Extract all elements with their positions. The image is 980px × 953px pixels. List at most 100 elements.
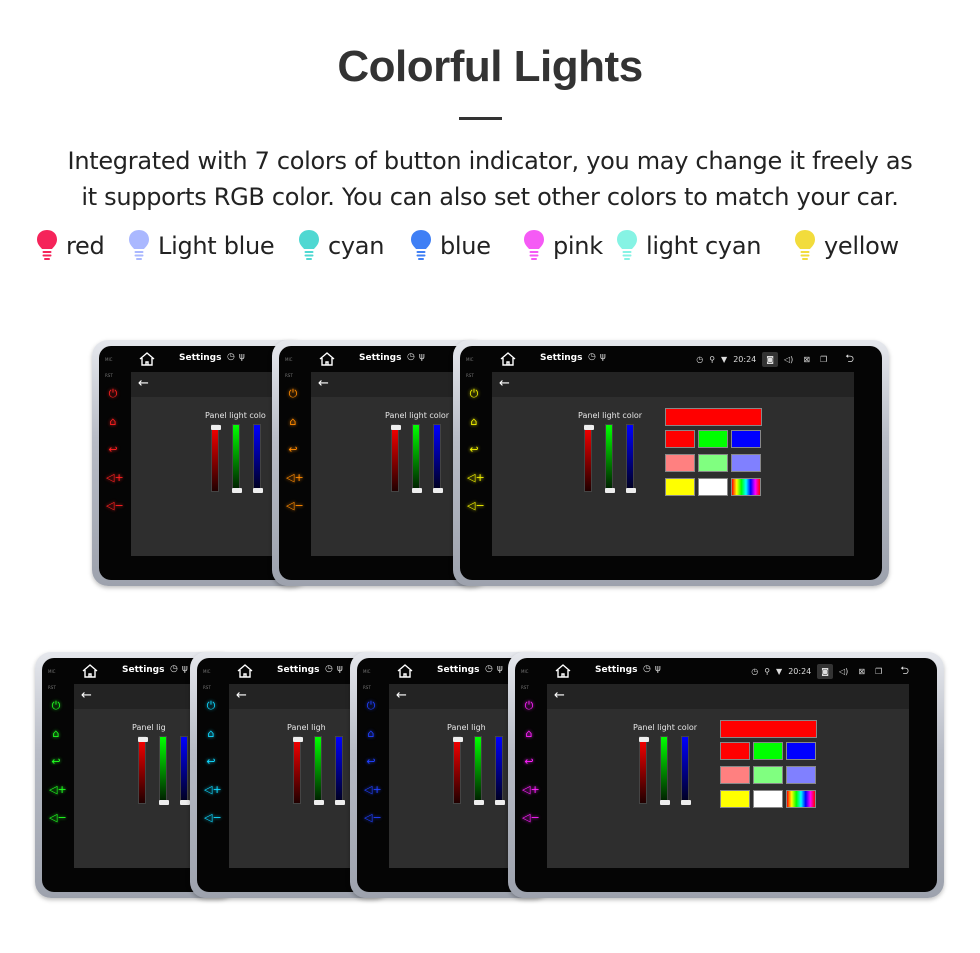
volume-icon[interactable]: ◁) [784, 355, 793, 364]
home-icon[interactable]: ⌂ [49, 727, 63, 741]
slider-thumb[interactable] [232, 488, 242, 493]
color-swatch[interactable] [731, 478, 761, 496]
volume-down-icon[interactable]: ◁− [49, 811, 67, 825]
slider-thumb[interactable] [605, 488, 615, 493]
back-icon[interactable]: ↩ [106, 443, 120, 457]
slider-green[interactable] [605, 424, 615, 493]
slider-thumb[interactable] [639, 737, 649, 742]
home-icon[interactable] [555, 664, 571, 678]
back-icon[interactable]: ↩ [49, 755, 63, 769]
color-swatch[interactable] [665, 478, 695, 496]
slider-thumb[interactable] [314, 800, 324, 805]
slider-green[interactable] [660, 736, 670, 805]
home-icon[interactable] [237, 664, 253, 678]
slider-red[interactable] [138, 736, 148, 804]
back-return-icon[interactable]: ⮌ [900, 662, 909, 681]
slider-thumb[interactable] [412, 488, 422, 493]
color-swatch[interactable] [698, 478, 728, 496]
home-icon[interactable]: ⌂ [467, 415, 481, 429]
color-swatch[interactable] [753, 742, 783, 760]
volume-down-icon[interactable]: ◁− [467, 499, 485, 513]
power-icon[interactable]: ⏻ [106, 387, 120, 401]
back-icon[interactable]: ↩ [204, 755, 218, 769]
color-swatch[interactable] [665, 454, 695, 472]
back-icon[interactable]: ↩ [286, 443, 300, 457]
slider-green[interactable] [412, 424, 422, 493]
volume-icon[interactable]: ◁) [839, 667, 848, 676]
power-icon[interactable]: ⏻ [522, 699, 536, 713]
color-swatch[interactable] [731, 430, 761, 448]
slider-thumb[interactable] [453, 737, 463, 742]
slider-thumb[interactable] [681, 800, 691, 805]
color-swatch[interactable] [720, 790, 750, 808]
back-return-icon[interactable]: ⮌ [845, 350, 854, 369]
slider-blue[interactable] [495, 736, 505, 805]
volume-up-icon[interactable]: ◁+ [286, 471, 304, 485]
color-swatch[interactable] [786, 790, 816, 808]
close-window-icon[interactable]: ⊠ [858, 667, 865, 676]
volume-down-icon[interactable]: ◁− [106, 499, 124, 513]
color-swatch[interactable] [731, 454, 761, 472]
volume-down-icon[interactable]: ◁− [364, 811, 382, 825]
power-icon[interactable]: ⏻ [286, 387, 300, 401]
home-icon[interactable] [500, 352, 516, 366]
color-swatch[interactable] [698, 454, 728, 472]
home-icon[interactable]: ⌂ [522, 727, 536, 741]
power-icon[interactable]: ⏻ [467, 387, 481, 401]
camera-icon[interactable]: ◙ [817, 663, 834, 679]
color-swatch[interactable] [720, 766, 750, 784]
slider-thumb[interactable] [626, 488, 636, 493]
slider-blue[interactable] [626, 424, 636, 493]
volume-up-icon[interactable]: ◁+ [106, 471, 124, 485]
color-swatch[interactable] [786, 766, 816, 784]
home-icon[interactable] [319, 352, 335, 366]
slider-thumb[interactable] [474, 800, 484, 805]
color-swatch[interactable] [753, 766, 783, 784]
back-icon[interactable]: ↩ [467, 443, 481, 457]
slider-thumb[interactable] [211, 425, 221, 430]
volume-down-icon[interactable]: ◁− [286, 499, 304, 513]
color-swatch[interactable] [753, 790, 783, 808]
back-arrow-icon[interactable]: ← [554, 688, 565, 703]
volume-up-icon[interactable]: ◁+ [49, 783, 67, 797]
slider-red[interactable] [584, 424, 594, 492]
home-icon[interactable]: ⌂ [106, 415, 120, 429]
slider-thumb[interactable] [335, 800, 345, 805]
back-icon[interactable]: ↩ [364, 755, 378, 769]
color-swatch[interactable] [720, 742, 750, 760]
power-icon[interactable]: ⏻ [364, 699, 378, 713]
slider-thumb[interactable] [253, 488, 263, 493]
power-icon[interactable]: ⏻ [49, 699, 63, 713]
volume-down-icon[interactable]: ◁− [204, 811, 222, 825]
slider-green[interactable] [314, 736, 324, 805]
home-icon[interactable]: ⌂ [286, 415, 300, 429]
color-swatch[interactable] [665, 430, 695, 448]
slider-green[interactable] [474, 736, 484, 805]
home-icon[interactable]: ⌂ [364, 727, 378, 741]
slider-green[interactable] [232, 424, 242, 493]
slider-red[interactable] [293, 736, 303, 804]
slider-thumb[interactable] [293, 737, 303, 742]
home-icon[interactable]: ⌂ [204, 727, 218, 741]
home-icon[interactable] [397, 664, 413, 678]
slider-thumb[interactable] [584, 425, 594, 430]
slider-thumb[interactable] [138, 737, 148, 742]
slider-thumb[interactable] [433, 488, 443, 493]
volume-down-icon[interactable]: ◁− [522, 811, 540, 825]
home-icon[interactable] [139, 352, 155, 366]
slider-red[interactable] [211, 424, 221, 492]
slider-blue[interactable] [433, 424, 443, 493]
volume-up-icon[interactable]: ◁+ [522, 783, 540, 797]
back-arrow-icon[interactable]: ← [396, 688, 407, 703]
back-icon[interactable]: ↩ [522, 755, 536, 769]
back-arrow-icon[interactable]: ← [236, 688, 247, 703]
volume-up-icon[interactable]: ◁+ [467, 471, 485, 485]
color-swatch[interactable] [786, 742, 816, 760]
slider-thumb[interactable] [660, 800, 670, 805]
power-icon[interactable]: ⏻ [204, 699, 218, 713]
slider-thumb[interactable] [159, 800, 169, 805]
back-arrow-icon[interactable]: ← [81, 688, 92, 703]
camera-icon[interactable]: ◙ [762, 351, 779, 367]
back-arrow-icon[interactable]: ← [499, 376, 510, 391]
color-swatch[interactable] [698, 430, 728, 448]
